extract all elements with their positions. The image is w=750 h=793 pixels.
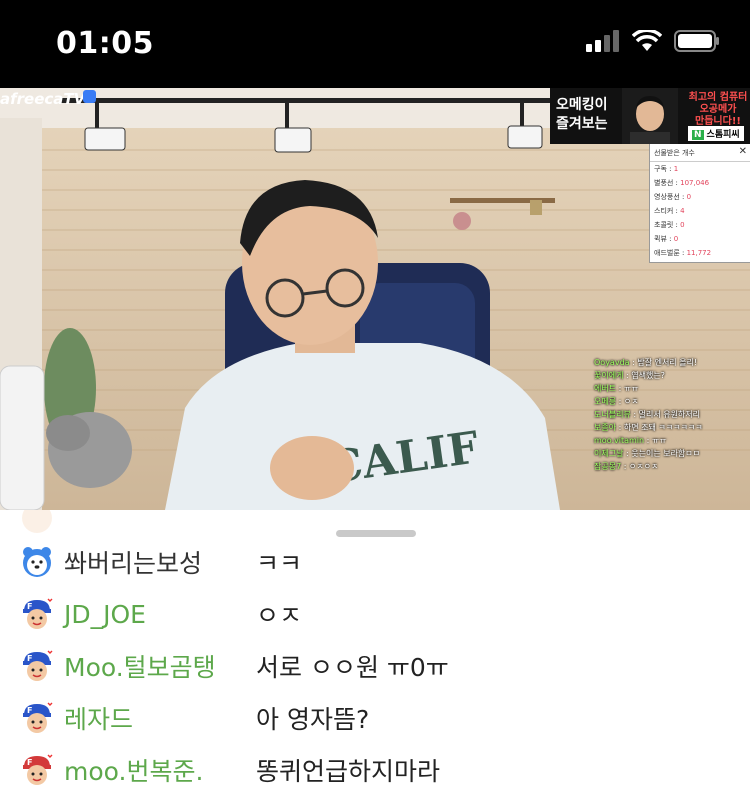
- chat-nickname[interactable]: Moo.털보곰탱: [64, 648, 216, 684]
- chat-nickname[interactable]: 쏴버리는보성: [64, 544, 202, 580]
- gift-row: 초콜릿 : 0: [654, 221, 685, 229]
- chat-row: 쏴버리는보성 ㅋㅋ: [0, 536, 750, 588]
- fan-avatar-icon: F: [23, 650, 53, 681]
- chat-message: 똥퀴언급하지마라: [256, 757, 441, 786]
- sponsor-banner-slogan: 최고의 컴퓨터 오공메가 만듭니다!!: [688, 92, 748, 127]
- svg-text:F: F: [27, 602, 32, 611]
- chat-row: F 레자드 아 영자뜸?: [0, 692, 750, 744]
- avatar: [22, 510, 52, 533]
- svg-text:F: F: [27, 706, 32, 715]
- sponsor-face-image: [622, 88, 678, 144]
- fan-avatar-icon: F: [23, 598, 53, 629]
- fan-avatar-icon: F: [23, 702, 53, 733]
- gift-row: 스티커 : 4: [654, 207, 685, 215]
- stream-video[interactable]: CALIF afreecaTV 선물받은 개수 ✕ 구독 : 1 별풍선 : 1…: [0, 88, 750, 510]
- overlay-chat-line: 에버트 : ㅠㅠ: [594, 384, 639, 393]
- gift-row: 애드벌룬 : 11,772: [654, 249, 712, 257]
- sponsor-chip: N 스톰피씨: [688, 126, 744, 141]
- overlay-chat-line: 꽃이에게 : 염색했는?: [594, 371, 665, 380]
- chat-row: F moo.번복준. 똥퀴언급하지마라: [0, 744, 750, 793]
- chat-message: 서로 ㅇㅇ원 ㅠ0ㅠ: [256, 653, 449, 682]
- chat-panel[interactable]: 쏴버리는보성 ㅋㅋ F JD_JOE ㅇㅈ F Moo.털보곰탱 서로 ㅇㅇ원 …: [0, 510, 750, 793]
- overlay-chat-line: 보좀아 : 하면 조돼 ㅋㅋㅋㅋㅋㅋ: [594, 423, 703, 432]
- overlay-chat-line: Ooyavda : 밤잘 엔서리 올리!: [594, 358, 698, 367]
- close-icon[interactable]: ✕: [739, 146, 747, 157]
- gift-row: 퀵뷰 : 0: [654, 235, 679, 243]
- gift-panel-title: 선물받은 개수: [650, 144, 750, 162]
- chat-message: ㅋㅋ: [256, 549, 303, 578]
- gift-count-panel: 선물받은 개수 ✕ 구독 : 1 별풍선 : 107,046 영상풍선 : 0 …: [649, 143, 750, 263]
- bear-avatar-icon: [23, 547, 51, 577]
- afreecatv-logo: afreecaTV: [0, 90, 86, 108]
- battery-icon: [674, 30, 719, 52]
- overlay-chat-line: 잠공몽7 : ㅇㅈㅇㅈ: [594, 462, 659, 471]
- n-logo-icon: N: [692, 130, 704, 140]
- chat-row: F JD_JOE ㅇㅈ: [0, 588, 750, 640]
- wifi-icon: [632, 30, 662, 51]
- fan-avatar-icon: F: [23, 754, 53, 785]
- gift-row: 영상풍선 : 0: [654, 193, 692, 201]
- cellular-signal-icon: [586, 30, 619, 52]
- svg-text:F: F: [27, 654, 32, 663]
- broadcast-badge-icon: [83, 90, 96, 103]
- svg-text:F: F: [27, 758, 32, 767]
- chat-message: 아 영자뜸?: [256, 705, 370, 734]
- overlay-chat-line: moo.vitamin : ㅠㅠ: [594, 436, 667, 445]
- overlay-chat-line: 오메릉 : ㅇㅈ: [594, 397, 639, 406]
- status-bar: 01:05: [0, 0, 750, 88]
- chat-nickname[interactable]: JD_JOE: [64, 600, 146, 629]
- chat-message: ㅇㅈ: [256, 601, 303, 630]
- overlay-chat-line: 도너블리뷰 : 멀리서 유원하저리: [594, 410, 701, 419]
- gift-row: 구독 : 1: [654, 165, 679, 173]
- sponsor-banner-text: 오메킹이 즐겨보는: [556, 97, 608, 132]
- sponsor-banner[interactable]: 오메킹이 즐겨보는 최고의 컴퓨터 오공메가 만듭니다!! N 스톰피씨: [550, 88, 750, 144]
- status-time: 01:05: [56, 26, 154, 61]
- overlay-chat-line: 이제그날 : 웃는이는 보라함ㅁㅁ: [594, 449, 701, 458]
- chat-nickname[interactable]: moo.번복준.: [64, 752, 203, 788]
- gift-row: 별풍선 : 107,046: [654, 179, 710, 187]
- chat-row: F Moo.털보곰탱 서로 ㅇㅇ원 ㅠ0ㅠ: [0, 640, 750, 692]
- overlay-chat: Ooyavda : 밤잘 엔서리 올리! 꽃이에게 : 염색했는? 에버트 : …: [594, 356, 750, 473]
- chat-nickname[interactable]: 레자드: [64, 700, 133, 736]
- status-icons: [586, 30, 720, 52]
